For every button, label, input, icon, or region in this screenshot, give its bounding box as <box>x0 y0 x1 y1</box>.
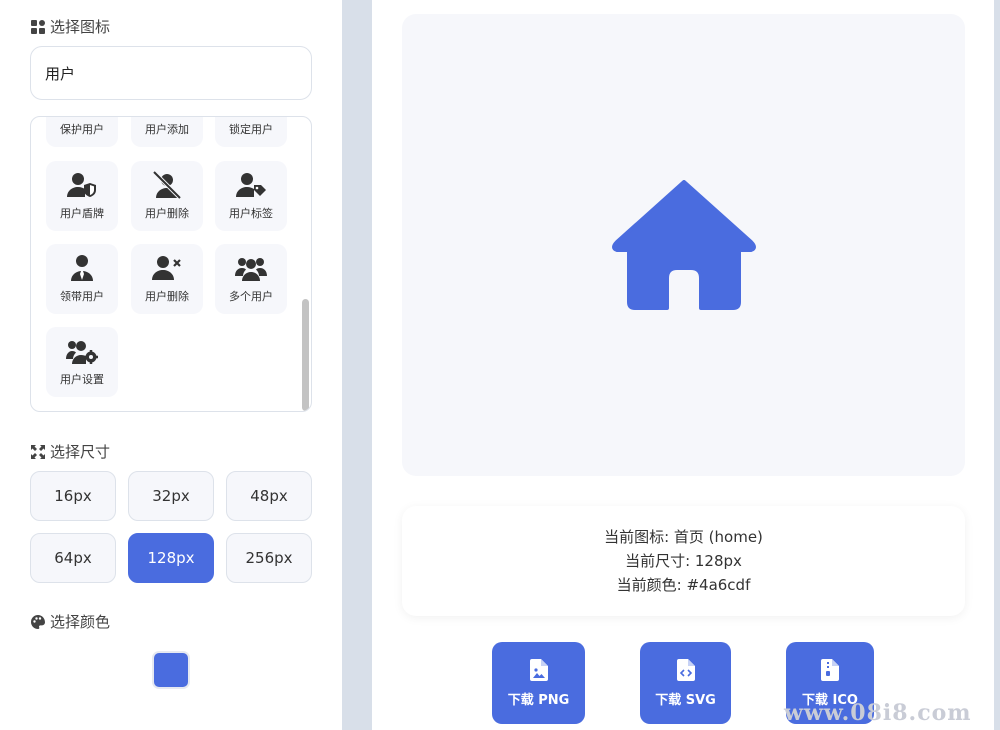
icon-list[interactable]: 保护用户 用户添加 锁定用户 用户盾牌 用户删除 用户标签 领带用户 用户删除 … <box>30 116 312 412</box>
current-icon-text: 当前图标: 首页 (home) <box>604 527 763 546</box>
download-svg-label: 下载 SVG <box>655 692 716 708</box>
icon-card-user-add[interactable]: 用户添加 <box>131 117 203 147</box>
user-xmark-icon <box>152 256 181 280</box>
users-gear-icon <box>66 341 98 364</box>
color-section-title: 选择颜色 <box>30 611 110 632</box>
icon-info-card: 当前图标: 首页 (home) 当前尺寸: 128px 当前颜色: #4a6cd… <box>402 506 965 616</box>
icon-card-user-tie[interactable]: 领带用户 <box>46 244 118 314</box>
divider <box>342 0 372 730</box>
icons-grid-icon <box>31 19 45 34</box>
icon-section-title: 选择图标 <box>30 16 110 37</box>
size-button-16[interactable]: 16px <box>30 471 116 521</box>
size-section-title: 选择尺寸 <box>30 441 110 462</box>
icon-card-label: 多个用户 <box>229 290 273 303</box>
users-icon <box>235 258 267 281</box>
size-button-64[interactable]: 64px <box>30 533 116 583</box>
icon-card-users-gear[interactable]: 用户设置 <box>46 327 118 397</box>
download-png-label: 下载 PNG <box>507 692 570 708</box>
icon-card-users[interactable]: 多个用户 <box>215 244 287 314</box>
icon-search-input[interactable] <box>30 46 312 100</box>
icon-card-label: 用户标签 <box>229 207 273 220</box>
user-shield-icon <box>67 173 96 197</box>
home-icon <box>611 180 756 310</box>
icon-card-label: 锁定用户 <box>229 123 273 136</box>
size-button-48[interactable]: 48px <box>226 471 312 521</box>
user-tag-icon <box>236 173 266 197</box>
icon-card-protect-user[interactable]: 保护用户 <box>46 117 118 147</box>
size-button-32[interactable]: 32px <box>128 471 214 521</box>
expand-icon <box>31 444 45 459</box>
download-png-button[interactable]: 下载 PNG <box>492 642 585 724</box>
icon-section-label: 选择图标 <box>50 18 111 36</box>
icon-list-scrollbar[interactable] <box>302 299 309 411</box>
watermark: www.08i8.com <box>784 700 972 726</box>
icon-card-label: 用户添加 <box>145 123 189 136</box>
user-slash-icon <box>152 171 182 199</box>
icon-card-lock-user[interactable]: 锁定用户 <box>215 117 287 147</box>
palette-icon <box>31 614 45 629</box>
user-tie-icon <box>71 255 93 281</box>
current-color-text: 当前颜色: #4a6cdf <box>616 575 751 594</box>
icon-list-content: 保护用户 用户添加 锁定用户 用户盾牌 用户删除 用户标签 领带用户 用户删除 … <box>31 117 301 411</box>
icon-preview <box>402 14 965 476</box>
icon-card-user-shield[interactable]: 用户盾牌 <box>46 161 118 231</box>
icon-card-user-slash[interactable]: 用户删除 <box>131 161 203 231</box>
icon-card-label: 用户删除 <box>145 207 189 220</box>
color-picker[interactable] <box>152 651 190 689</box>
file-code-icon <box>676 658 695 681</box>
icon-card-label: 用户删除 <box>145 290 189 303</box>
icon-card-user-xmark[interactable]: 用户删除 <box>131 244 203 314</box>
size-button-256[interactable]: 256px <box>226 533 312 583</box>
download-svg-button[interactable]: 下载 SVG <box>640 642 731 724</box>
sidebar: 选择图标 保护用户 用户添加 锁定用户 用户盾牌 <box>0 0 342 730</box>
current-size-text: 当前尺寸: 128px <box>625 551 742 570</box>
color-section-label: 选择颜色 <box>50 613 111 631</box>
icon-card-label: 用户盾牌 <box>60 207 104 220</box>
file-zipper-icon <box>821 658 839 681</box>
icon-card-label: 保护用户 <box>60 123 104 136</box>
icon-card-user-tag[interactable]: 用户标签 <box>215 161 287 231</box>
right-edge <box>994 0 1000 730</box>
size-button-128[interactable]: 128px <box>128 533 214 583</box>
file-image-icon <box>529 658 548 681</box>
icon-card-label: 领带用户 <box>60 290 104 303</box>
icon-card-label: 用户设置 <box>60 373 104 386</box>
size-section-label: 选择尺寸 <box>50 443 111 461</box>
